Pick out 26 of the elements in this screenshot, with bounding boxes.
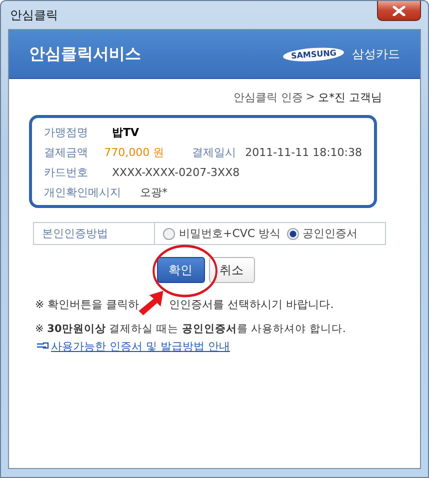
- notice-text: ※ 30만원이상 결제하실 때는 공인인증서를 사용하셔야 합니다.: [35, 322, 347, 337]
- notice-text: ※ 확인버튼을 클릭하: [35, 297, 140, 312]
- info-value: 770,000 원: [104, 144, 164, 160]
- breadcrumb-separator: >: [306, 90, 315, 105]
- notice-text: 인인증서를 선택하시기 바랍니다.: [169, 297, 334, 312]
- guide-link[interactable]: 사용가능한 인증서 및 발급방법 안내: [35, 339, 230, 354]
- confirm-button[interactable]: 확인: [156, 257, 204, 283]
- info-label: 개인확인메시지: [44, 184, 122, 200]
- info-value: 2011-11-11 18:10:38: [245, 146, 362, 158]
- auth-method-label: 본인인증방법: [34, 223, 155, 244]
- customer-name: 오*진 고객님: [318, 90, 382, 105]
- info-value: 오광*: [140, 184, 168, 200]
- info-label: 결제일시: [192, 144, 238, 160]
- info-label: 결제금액: [44, 144, 89, 160]
- cancel-button[interactable]: 취소: [208, 257, 254, 283]
- breadcrumb-path: 안심클릭 인증: [233, 90, 303, 105]
- info-label: 가맹점명: [44, 124, 89, 140]
- brand-logo: SAMSUNG: [282, 45, 344, 63]
- window-title: 안심클릭: [9, 6, 58, 24]
- service-title: 안심클릭서비스: [29, 44, 142, 64]
- brand-name: 삼성카드: [352, 46, 400, 62]
- info-value: 밥TV: [112, 124, 140, 140]
- info-label: 카드번호: [44, 164, 89, 180]
- radio-option[interactable]: 공인인증서: [286, 226, 358, 241]
- radio-option[interactable]: 비밀번호+CVC 방식: [163, 226, 281, 241]
- info-value: XXXX-XXXX-0207-3XX8: [112, 166, 240, 178]
